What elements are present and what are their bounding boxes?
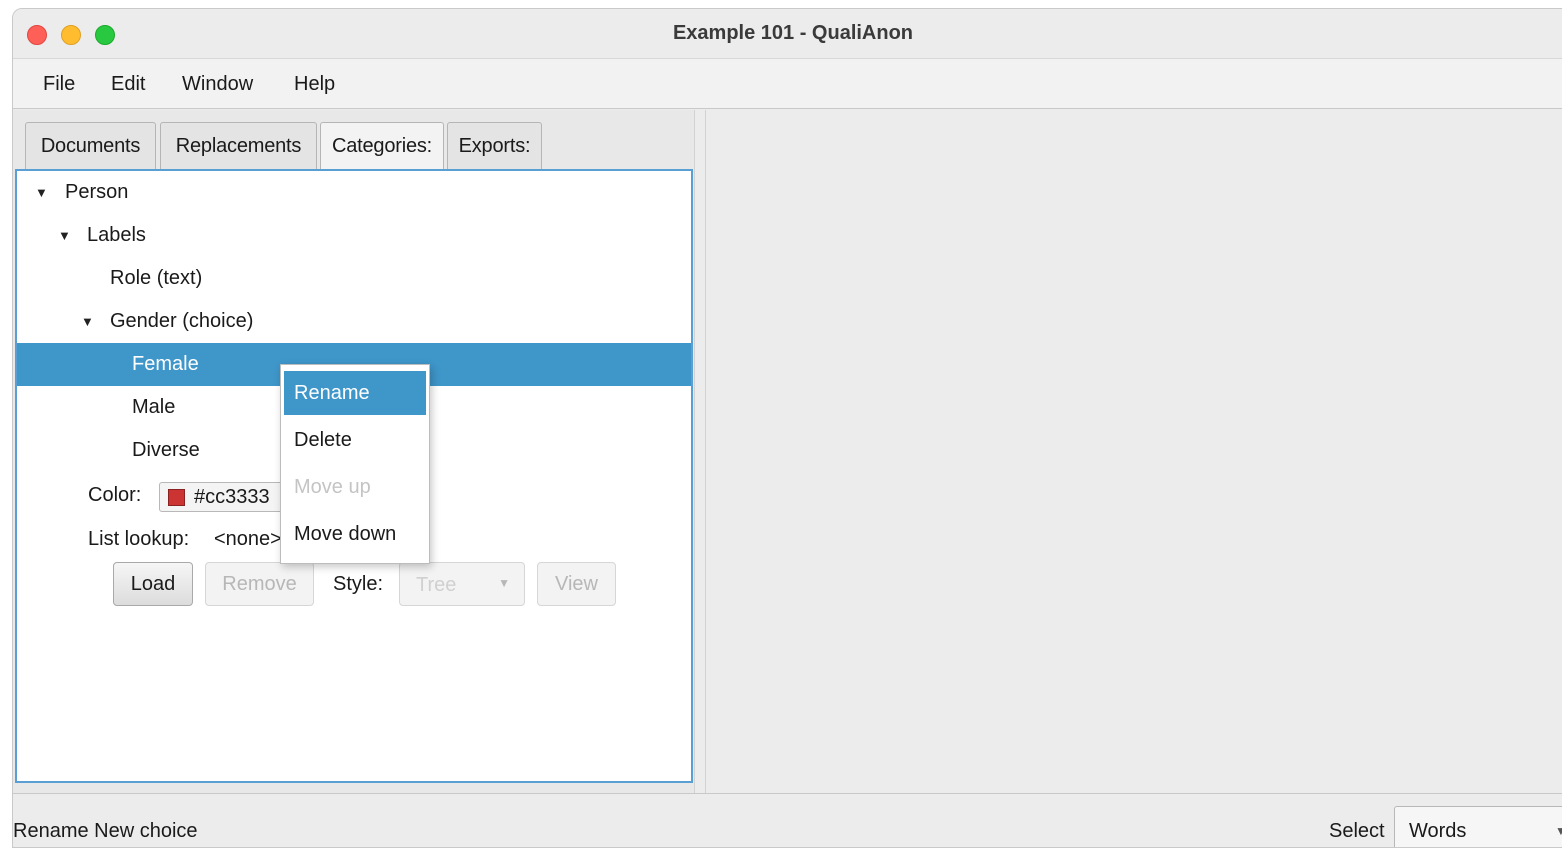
style-label: Style: [333,573,384,595]
list-lookup-value: <none> [214,528,282,550]
expand-arrow-icon[interactable]: ▼ [58,228,71,243]
list-lookup-label: List lookup: [88,528,190,550]
tree-node-labels[interactable]: ▼ Labels [17,214,691,257]
expand-arrow-icon[interactable]: ▼ [81,314,94,329]
tree-node-label: Gender (choice) [110,310,254,332]
tree-node-gender[interactable]: ▼ Gender (choice) [17,300,691,343]
expand-arrow-icon[interactable]: ▼ [35,185,48,200]
tree-node-label: Female [132,353,199,375]
window-title: Example 101 - QualiAnon [672,22,914,44]
context-menu-move-down[interactable]: Move down [284,512,426,556]
menu-file[interactable]: File [43,73,75,96]
tab-documents[interactable]: Documents [25,122,156,169]
remove-button[interactable]: Remove [205,562,314,606]
menu-item-label: Move up [294,476,371,498]
menu-edit[interactable]: Edit [111,73,145,96]
tree-node-label: Person [65,181,129,203]
menu-window[interactable]: Window [182,73,253,96]
context-menu-move-up[interactable]: Move up [284,465,426,509]
split-pane-divider[interactable] [694,110,706,793]
status-message: Rename New choice [13,820,198,842]
tree-node-person[interactable]: ▼ Person [17,171,691,214]
context-menu-delete[interactable]: Delete [284,418,426,462]
tree-node-label: Male [132,396,176,418]
menu-item-label: Move down [294,523,397,545]
select-label: Select [1329,820,1385,842]
context-menu-rename[interactable]: Rename [284,371,426,415]
color-label: Color: [88,484,142,506]
style-select-value: Tree [416,574,457,596]
menu-item-label: Delete [294,429,352,451]
load-button[interactable]: Load [113,562,193,606]
status-bar: Rename New choice Select Words ▼ [13,793,1562,847]
select-mode-value: Words [1409,820,1467,842]
context-menu: Rename Delete Move up Move down [280,364,430,564]
color-picker[interactable]: #cc3333 [159,482,289,512]
menu-help[interactable]: Help [294,73,335,96]
tab-replacements[interactable]: Replacements [160,122,317,169]
tab-exports[interactable]: Exports: [447,122,542,169]
style-select[interactable]: Tree ▼ [399,562,525,606]
title-bar: Example 101 - QualiAnon [13,9,1562,59]
tree-node-label: Diverse [132,439,200,461]
app-window: Example 101 - QualiAnon File Edit Window… [12,8,1562,848]
view-button[interactable]: View [537,562,616,606]
tree-node-role[interactable]: Role (text) [17,257,691,300]
tree-node-label: Role (text) [110,267,203,289]
select-mode-dropdown[interactable]: Words ▼ [1394,806,1562,847]
tab-categories[interactable]: Categories: [320,122,444,169]
menu-item-label: Rename [294,382,370,404]
menu-bar: File Edit Window Help [13,59,1562,109]
chevron-down-icon: ▼ [498,576,510,590]
tree-node-label: Labels [87,224,146,246]
right-panel [706,110,1562,793]
color-swatch [168,489,185,506]
color-value: #cc3333 [194,486,270,508]
chevron-down-icon: ▼ [1555,824,1562,838]
